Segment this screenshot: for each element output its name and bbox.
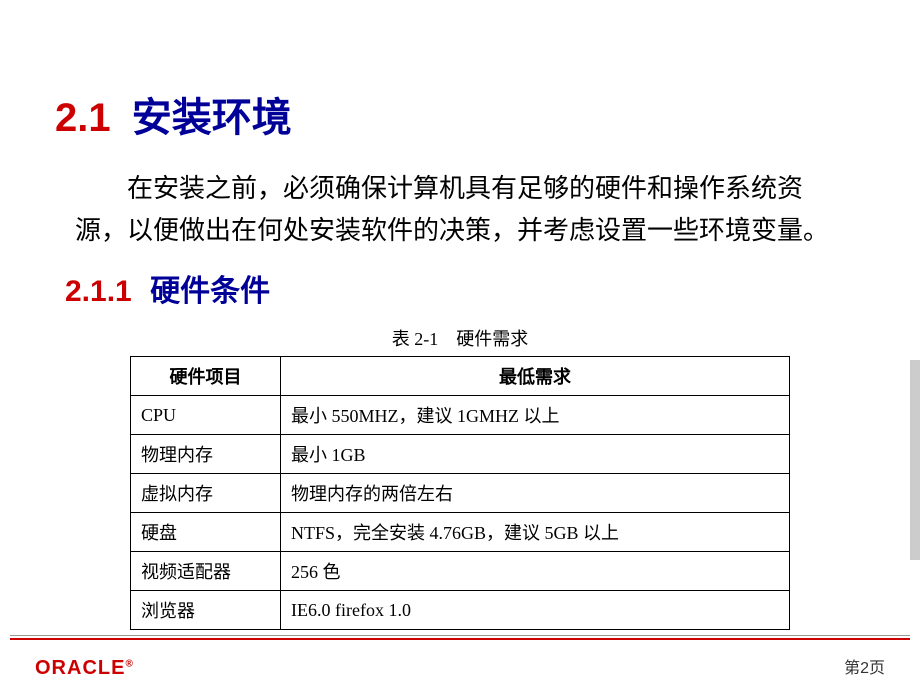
header-requirement: 最低需求 xyxy=(281,357,790,396)
table-row: 浏览器 IE6.0 firefox 1.0 xyxy=(131,591,790,630)
cell-item: 浏览器 xyxy=(131,591,281,630)
section-number: 2.1 xyxy=(55,96,111,140)
section-title: 安装环境 xyxy=(132,96,292,140)
table-row: CPU 最小 550MHZ，建议 1GMHZ 以上 xyxy=(131,396,790,435)
cell-requirement: 256 色 xyxy=(281,552,790,591)
table-header-row: 硬件项目 最低需求 xyxy=(131,357,790,396)
subsection-number: 2.1.1 xyxy=(65,275,132,308)
slide-content: 2.1 安装环境 在安装之前，必须确保计算机具有足够的硬件和操作系统资源，以便做… xyxy=(0,0,920,690)
registered-mark: ® xyxy=(125,658,133,669)
table-row: 物理内存 最小 1GB xyxy=(131,435,790,474)
footer-divider-grey xyxy=(10,635,910,636)
cell-requirement: NTFS，完全安装 4.76GB，建议 5GB 以上 xyxy=(281,513,790,552)
cell-requirement: 物理内存的两倍左右 xyxy=(281,474,790,513)
cell-item: 硬盘 xyxy=(131,513,281,552)
section-heading: 2.1 安装环境 xyxy=(45,85,875,143)
hardware-requirements-table: 硬件项目 最低需求 CPU 最小 550MHZ，建议 1GMHZ 以上 物理内存… xyxy=(130,356,790,630)
table-row: 虚拟内存 物理内存的两倍左右 xyxy=(131,474,790,513)
page-number: 第2页 xyxy=(844,654,885,678)
cell-item: 物理内存 xyxy=(131,435,281,474)
table-row: 视频适配器 256 色 xyxy=(131,552,790,591)
oracle-logo: ORACLE® xyxy=(35,657,134,680)
logo-text: ORACLE xyxy=(35,657,125,679)
intro-paragraph: 在安装之前，必须确保计算机具有足够的硬件和操作系统资源，以便做出在何处安装软件的… xyxy=(45,168,875,251)
cell-requirement: IE6.0 firefox 1.0 xyxy=(281,591,790,630)
side-decoration xyxy=(910,360,920,560)
header-item: 硬件项目 xyxy=(131,357,281,396)
table-row: 硬盘 NTFS，完全安装 4.76GB，建议 5GB 以上 xyxy=(131,513,790,552)
cell-item: 视频适配器 xyxy=(131,552,281,591)
footer-divider-red xyxy=(10,638,910,640)
cell-item: CPU xyxy=(131,396,281,435)
subsection-heading: 2.1.1 硬件条件 xyxy=(45,266,875,310)
subsection-title: 硬件条件 xyxy=(150,275,270,308)
cell-requirement: 最小 550MHZ，建议 1GMHZ 以上 xyxy=(281,396,790,435)
cell-item: 虚拟内存 xyxy=(131,474,281,513)
table-caption: 表 2-1 硬件需求 xyxy=(45,325,875,351)
slide-footer: ORACLE® 第2页 xyxy=(0,635,920,690)
cell-requirement: 最小 1GB xyxy=(281,435,790,474)
